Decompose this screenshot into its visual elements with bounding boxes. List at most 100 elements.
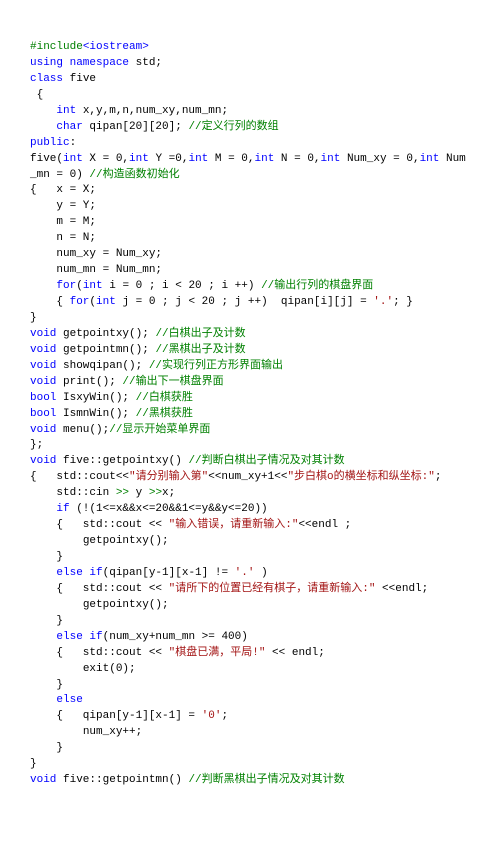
code-token: (num_xy+num_mn >= 400) bbox=[103, 631, 248, 643]
code-token: num_xy = Num_xy; bbox=[30, 248, 162, 260]
code-token: int bbox=[188, 153, 208, 165]
code-token: { qipan[y-1][x-1] = bbox=[30, 710, 202, 722]
code-token: void bbox=[30, 344, 56, 356]
code-token: } bbox=[30, 679, 63, 691]
code-token: void bbox=[30, 424, 56, 436]
code-token: getpointxy(); bbox=[56, 328, 155, 340]
code-token: if bbox=[56, 503, 69, 515]
code-token: ) bbox=[254, 567, 267, 579]
code-token bbox=[30, 121, 56, 133]
code-token: '.' bbox=[373, 296, 393, 308]
code-token: //输出下一棋盘界面 bbox=[122, 376, 223, 388]
code-token: //构造函数初始化 bbox=[89, 169, 179, 181]
code-token: (!(1<=x&&x<=20&&1<=y&&y<=20)) bbox=[70, 503, 268, 515]
code-token: n = N; bbox=[30, 232, 96, 244]
code-token: for bbox=[56, 280, 76, 292]
code-token: qipan[20][20]; bbox=[83, 121, 189, 133]
code-token: N = 0, bbox=[274, 153, 320, 165]
code-token: Y =0, bbox=[149, 153, 189, 165]
code-token: Num_xy = 0, bbox=[340, 153, 419, 165]
code-token: <<num_xy+1<< bbox=[208, 471, 287, 483]
code-token: five bbox=[63, 73, 96, 85]
code-token bbox=[30, 503, 56, 515]
code-token: int bbox=[56, 105, 76, 117]
code-token: showqipan(); bbox=[56, 360, 148, 372]
code-token: { std::cout << bbox=[30, 519, 169, 531]
code-token: five( bbox=[30, 153, 63, 165]
code-token: //输出行列的棋盘界面 bbox=[261, 280, 373, 292]
code-token: getpointmn(); bbox=[56, 344, 155, 356]
code-token: public bbox=[30, 137, 70, 149]
code-token bbox=[30, 567, 56, 579]
code-token: IsmnWin(); bbox=[56, 408, 135, 420]
code-token: "输入错误，请重新输入:" bbox=[169, 519, 299, 531]
code-token: y bbox=[129, 487, 149, 499]
code-token: int bbox=[129, 153, 149, 165]
code-token: }; bbox=[30, 439, 43, 451]
code-token: //判断白棋出子情况及对其计数 bbox=[188, 455, 344, 467]
code-token: else if bbox=[56, 567, 102, 579]
code-token: int bbox=[96, 296, 116, 308]
code-token: std::cin bbox=[30, 487, 109, 499]
code-token: } bbox=[30, 551, 63, 563]
code-token: void bbox=[30, 376, 56, 388]
code-token: '0' bbox=[202, 710, 222, 722]
code-token bbox=[30, 631, 56, 643]
code-token: { std::cout << bbox=[30, 647, 169, 659]
code-token: void bbox=[30, 360, 56, 372]
code-token: void bbox=[30, 328, 56, 340]
code-token: for bbox=[70, 296, 90, 308]
code-token: //判断黑棋出子情况及对其计数 bbox=[188, 774, 344, 786]
code-token: char bbox=[56, 121, 82, 133]
code-token: { std::cout<< bbox=[30, 471, 129, 483]
code-token bbox=[30, 694, 56, 706]
code-token: getpointxy(); bbox=[30, 535, 169, 547]
code-token: : bbox=[70, 137, 77, 149]
code-token: num_xy++; bbox=[30, 726, 142, 738]
code-token: } bbox=[30, 758, 37, 770]
code-token: class bbox=[30, 73, 63, 85]
code-token: { x = X; bbox=[30, 184, 96, 196]
code-token: '.' bbox=[235, 567, 255, 579]
code-token: //黑棋出子及计数 bbox=[155, 344, 245, 356]
code-token: >> bbox=[109, 487, 129, 499]
code-token: std; bbox=[129, 57, 162, 69]
code-token: <iostream> bbox=[83, 41, 149, 53]
code-token: num_mn = Num_mn; bbox=[30, 264, 162, 276]
code-token: <<endl; bbox=[375, 583, 428, 595]
code-token: getpointxy(); bbox=[30, 599, 169, 611]
code-token: X = 0, bbox=[83, 153, 129, 165]
code-token: //实现行列正方形界面输出 bbox=[149, 360, 283, 372]
code-token: print(); bbox=[56, 376, 122, 388]
code-token: using namespace bbox=[30, 57, 129, 69]
code-token: int bbox=[83, 280, 103, 292]
code-token: ; bbox=[221, 710, 228, 722]
code-token: "步白棋o的横坐标和纵坐标:" bbox=[287, 471, 434, 483]
code-token: y = Y; bbox=[30, 200, 96, 212]
code-token bbox=[30, 280, 56, 292]
code-token: //白棋出子及计数 bbox=[155, 328, 245, 340]
code-token: ( bbox=[76, 280, 83, 292]
code-token: { std::cout << bbox=[30, 583, 169, 595]
code-token: { bbox=[30, 89, 43, 101]
code-token: //黑棋获胜 bbox=[136, 408, 193, 420]
code-token: bool bbox=[30, 392, 56, 404]
code-token: int bbox=[420, 153, 440, 165]
code-token: bool bbox=[30, 408, 56, 420]
code-token: j = 0 ; j < 20 ; j ++) qipan[i][j] = bbox=[116, 296, 373, 308]
code-token: ; bbox=[435, 471, 442, 483]
code-token: int bbox=[63, 153, 83, 165]
code-token: { bbox=[30, 296, 70, 308]
code-token: //定义行列的数组 bbox=[188, 121, 278, 133]
code-token: #include bbox=[30, 41, 83, 53]
code-token: int bbox=[255, 153, 275, 165]
code-token: int bbox=[321, 153, 341, 165]
code-token: M = 0, bbox=[208, 153, 254, 165]
code-token: five::getpointxy() bbox=[56, 455, 188, 467]
code-token: } bbox=[30, 312, 37, 324]
code-token: ; } bbox=[393, 296, 413, 308]
code-token: i = 0 ; i < 20 ; i ++) bbox=[103, 280, 261, 292]
code-token: //白棋获胜 bbox=[136, 392, 193, 404]
code-token: "棋盘已满，平局!" bbox=[169, 647, 266, 659]
code-token: else bbox=[56, 694, 82, 706]
